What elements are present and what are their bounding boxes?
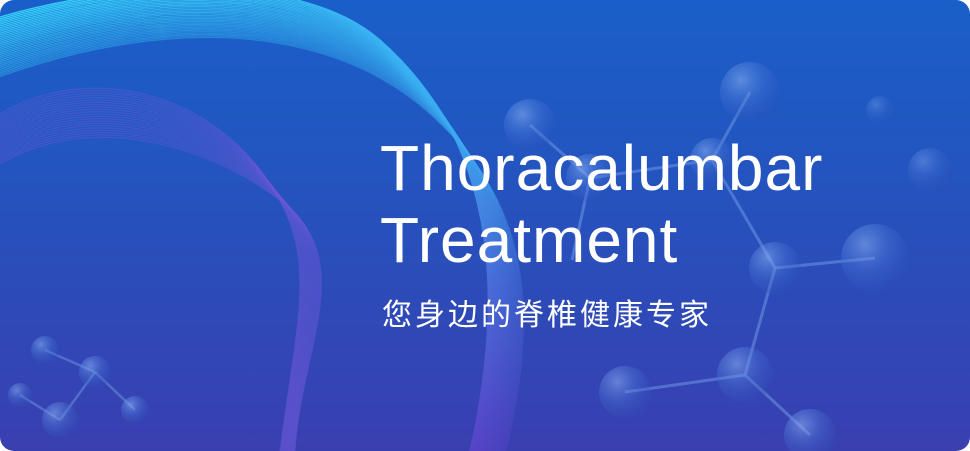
banner-title: Thoracalumbar Treatment [380,132,823,276]
wave-line [0,115,313,451]
wave-line [0,118,314,451]
wave-line [0,125,317,451]
wave-line [0,94,304,451]
wave-line [0,113,312,451]
wave-line [0,92,303,451]
wave-line [0,127,318,451]
wave-line [0,101,307,451]
wave-line [0,134,321,451]
wave-line [0,122,316,451]
wave-line [0,132,320,451]
wave-line [0,129,319,451]
wave-line [0,120,315,451]
banner-title-line2: Treatment [380,204,679,276]
wave-line [0,136,322,451]
wave-line [0,108,310,451]
banner-subtitle: 您身边的脊椎健康专家 [382,298,712,333]
wave-line [0,106,309,451]
wave-line [0,99,306,451]
wave-line [0,111,311,451]
hero-banner: Thoracalumbar Treatment 您身边的脊椎健康专家 [0,0,970,451]
wave-line [0,97,305,451]
wave-line [0,104,308,451]
banner-title-line1: Thoracalumbar [380,132,824,204]
